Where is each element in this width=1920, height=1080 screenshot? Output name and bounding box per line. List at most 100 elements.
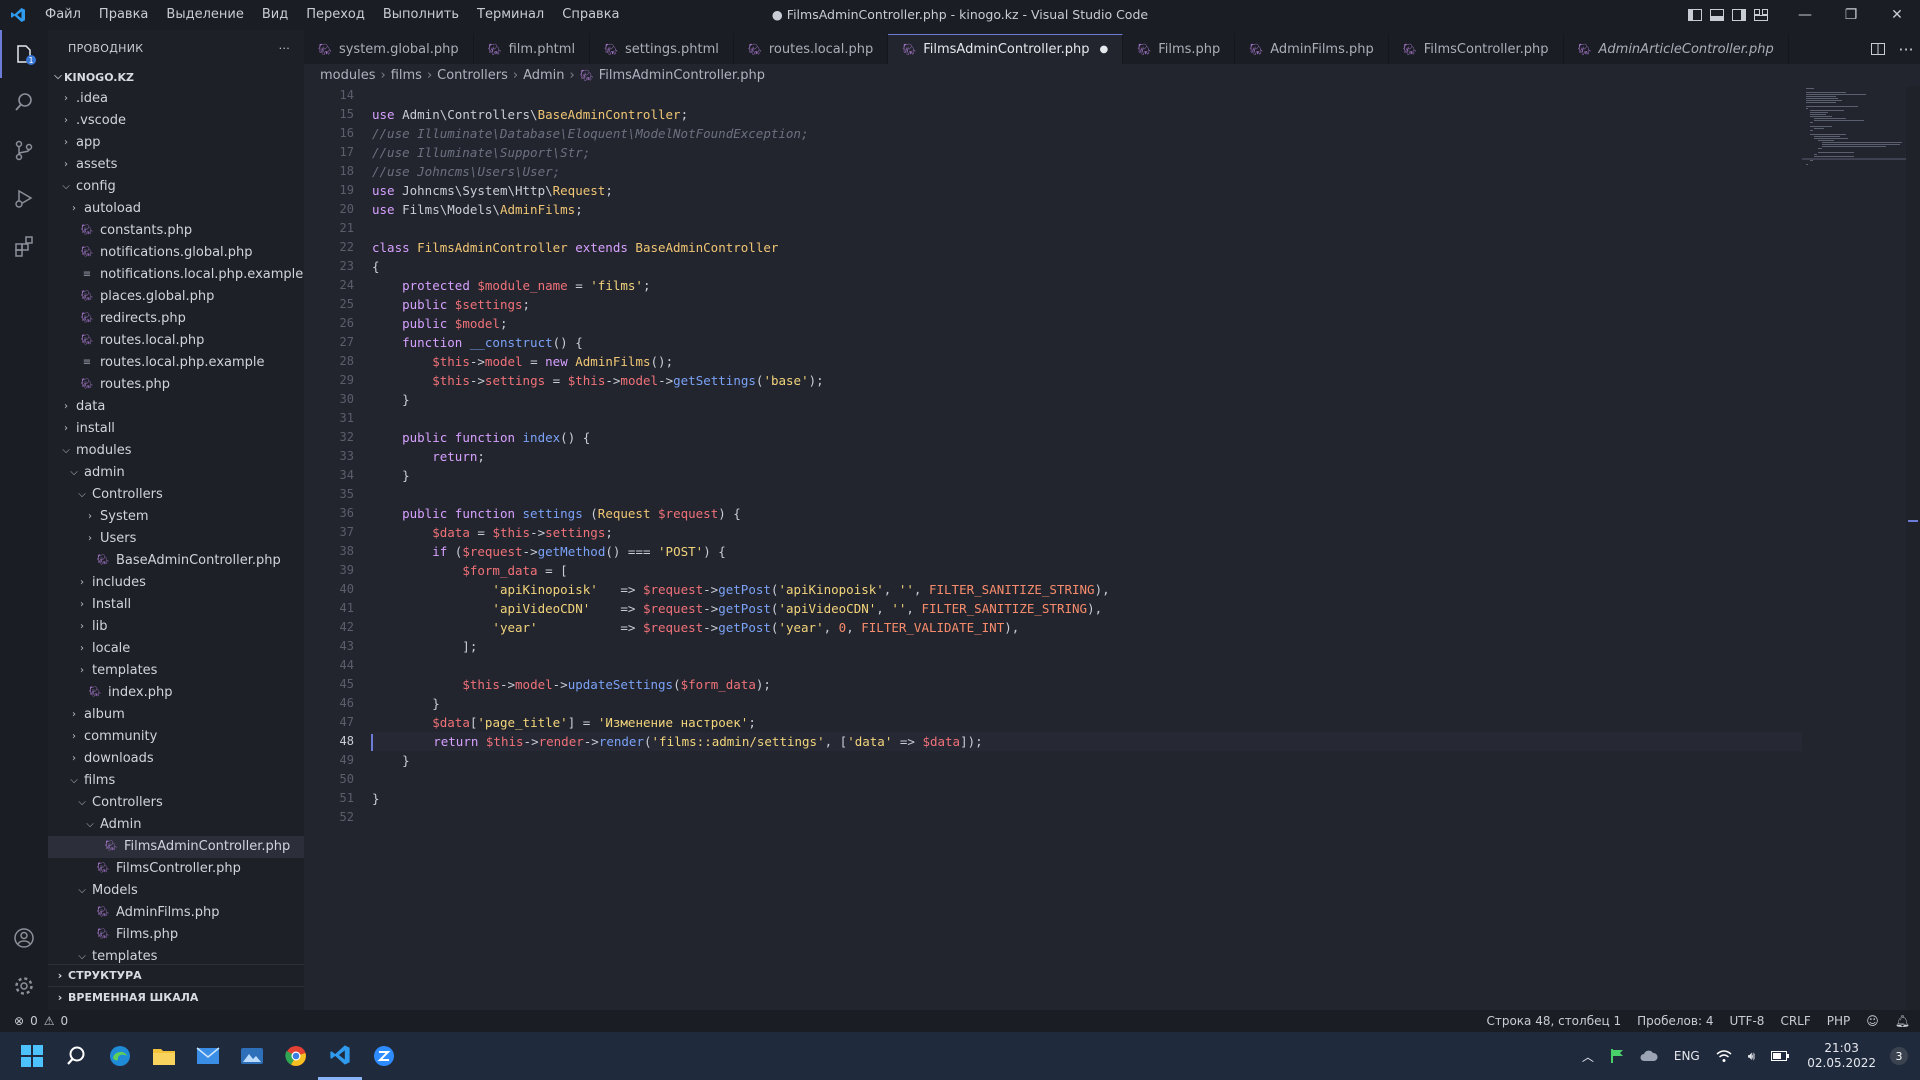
tree-folder[interactable]: › Users [48, 528, 304, 550]
tree-file[interactable]: 🐘︎ FilmsAdminController.php [48, 836, 304, 858]
problems-indicator[interactable]: ⊗ 0 ⚠ 0 [0, 1014, 68, 1028]
code-line[interactable] [372, 656, 1802, 675]
more-actions-icon[interactable]: ··· [1892, 40, 1920, 59]
code-line[interactable]: use Admin\Controllers\BaseAdminControlle… [372, 105, 1802, 124]
editor-tab[interactable]: 🐘︎ AdminArticleController.php [1564, 34, 1789, 64]
notification-badge[interactable]: 3 [1890, 1047, 1908, 1065]
restore-icon[interactable]: ❐ [1828, 0, 1874, 30]
tree-file[interactable]: ≡ notifications.local.php.example [48, 264, 304, 286]
code-line[interactable]: $this->model->updateSettings($form_data)… [372, 675, 1802, 694]
code-line[interactable]: return $this->render->render('films::adm… [371, 732, 1802, 751]
code-line[interactable]: } [372, 751, 1802, 770]
editor-tab[interactable]: 🐘︎ FilmsController.php [1389, 34, 1564, 64]
battery-icon[interactable] [1771, 1051, 1790, 1061]
tree-folder[interactable]: › .vscode [48, 110, 304, 132]
tray-flag-icon[interactable] [1610, 1049, 1624, 1063]
tree-folder[interactable]: ⌵ admin [48, 462, 304, 484]
code-line[interactable]: class FilmsAdminController extends BaseA… [372, 238, 1802, 257]
input-language[interactable]: ENG [1674, 1049, 1700, 1063]
tree-folder[interactable]: › album [48, 704, 304, 726]
tree-folder[interactable]: › assets [48, 154, 304, 176]
start-windows-icon[interactable] [10, 1032, 54, 1080]
tree-folder[interactable]: › lib [48, 616, 304, 638]
code-line[interactable] [372, 86, 1802, 105]
explorer-icon[interactable]: 1 [0, 30, 48, 78]
menu-item-2[interactable]: Выделение [157, 0, 252, 30]
code-line[interactable]: function __construct() { [372, 333, 1802, 352]
menu-item-7[interactable]: Справка [553, 0, 628, 30]
code-line[interactable]: { [372, 257, 1802, 276]
tree-folder[interactable]: › includes [48, 572, 304, 594]
accounts-icon[interactable] [0, 914, 48, 962]
code-line[interactable]: $data['page_title'] = 'Изменение настрое… [372, 713, 1802, 732]
file-explorer-icon[interactable] [142, 1032, 186, 1080]
code-line[interactable]: } [372, 789, 1802, 808]
mail-icon[interactable] [186, 1032, 230, 1080]
code-line[interactable] [372, 219, 1802, 238]
toggle-secondary-sidebar-icon[interactable] [1728, 0, 1750, 30]
volume-icon[interactable]: 🔊︎ [1748, 1049, 1756, 1064]
tree-folder[interactable]: ⌵ Controllers [48, 792, 304, 814]
code-line[interactable]: protected $module_name = 'films'; [372, 276, 1802, 295]
extensions-icon[interactable] [0, 222, 48, 270]
edge-browser-icon[interactable] [98, 1032, 142, 1080]
breadcrumb-item[interactable]: FilmsAdminController.php [599, 68, 765, 83]
tree-folder[interactable]: ⌵ Controllers [48, 484, 304, 506]
editor-tab[interactable]: 🐘︎ AdminFilms.php [1235, 34, 1389, 64]
clock[interactable]: 21:03 02.05.2022 [1807, 1041, 1876, 1071]
feedback-icon[interactable]: ☺ [1866, 1014, 1879, 1028]
code-editor[interactable]: 14 15 16 17 18 19 20 21 22 23 24 25 26 27 28 29 30 31 32 33… [304, 86, 1920, 1010]
tree-file[interactable]: 🐘︎ index.php [48, 682, 304, 704]
notifications-bell-icon[interactable]: 🔔︎ [1895, 1014, 1910, 1028]
customize-layout-icon[interactable] [1750, 0, 1772, 30]
tree-folder[interactable]: › data [48, 396, 304, 418]
menu-item-3[interactable]: Вид [253, 0, 297, 30]
code-line[interactable] [372, 409, 1802, 428]
end-of-line[interactable]: CRLF [1780, 1014, 1810, 1028]
run-debug-icon[interactable] [0, 174, 48, 222]
chrome-browser-icon[interactable] [274, 1032, 318, 1080]
tree-file[interactable]: 🐘︎ routes.local.php [48, 330, 304, 352]
unsaved-dot-icon[interactable]: ● [1100, 44, 1109, 55]
language-mode[interactable]: PHP [1827, 1014, 1851, 1028]
code-line[interactable]: } [372, 466, 1802, 485]
source-control-icon[interactable] [0, 126, 48, 174]
code-line[interactable]: public function settings (Request $reque… [372, 504, 1802, 523]
code-line[interactable]: $this->model = new AdminFilms(); [372, 352, 1802, 371]
code-line[interactable] [372, 485, 1802, 504]
toggle-primary-sidebar-icon[interactable] [1684, 0, 1706, 30]
tree-folder[interactable]: › System [48, 506, 304, 528]
code-line[interactable]: $form_data = [ [372, 561, 1802, 580]
explorer-more-button[interactable]: ··· [279, 42, 290, 55]
close-icon[interactable]: ✕ [1874, 0, 1920, 30]
photos-icon[interactable] [230, 1032, 274, 1080]
code-line[interactable]: } [372, 390, 1802, 409]
vscode-taskbar-icon[interactable] [318, 1032, 362, 1080]
tree-file[interactable]: 🐘︎ redirects.php [48, 308, 304, 330]
breadcrumb-item[interactable]: films [391, 68, 422, 83]
code-line[interactable]: public $settings; [372, 295, 1802, 314]
code-line[interactable]: use Films\Models\AdminFilms; [372, 200, 1802, 219]
workspace-root[interactable]: ⌵ KINOGO.KZ [48, 66, 304, 88]
tree-folder[interactable]: › locale [48, 638, 304, 660]
editor-tab[interactable]: 🐘︎ system.global.php [304, 34, 474, 64]
show-hidden-icons-chevron-icon[interactable]: ︿ [1582, 1048, 1594, 1065]
menu-item-4[interactable]: Переход [297, 0, 374, 30]
minimap[interactable] [1802, 86, 1912, 206]
editor-tab[interactable]: 🐘︎ film.phtml [474, 34, 591, 64]
code-line[interactable]: //use Illuminate\Support\Str; [372, 143, 1802, 162]
wifi-icon[interactable] [1716, 1049, 1732, 1063]
tree-folder[interactable]: › community [48, 726, 304, 748]
editor-tab[interactable]: 🐘︎ FilmsAdminController.php ● [888, 34, 1124, 64]
tree-file[interactable]: 🐘︎ routes.php [48, 374, 304, 396]
timeline-section[interactable]: › ВРЕМЕННАЯ ШКАЛА [48, 986, 304, 1008]
tree-file[interactable]: 🐘︎ FilmsController.php [48, 858, 304, 880]
code-line[interactable]: public $model; [372, 314, 1802, 333]
tree-folder[interactable]: ⌵ films [48, 770, 304, 792]
editor-tab[interactable]: 🐘︎ Films.php [1123, 34, 1236, 64]
code-line[interactable]: } [372, 694, 1802, 713]
encoding[interactable]: UTF-8 [1729, 1014, 1764, 1028]
code-line[interactable]: use Johncms\System\Http\Request; [372, 181, 1802, 200]
tree-file[interactable]: 🐘︎ BaseAdminController.php [48, 550, 304, 572]
code-line[interactable]: //use Johncms\Users\User; [372, 162, 1802, 181]
